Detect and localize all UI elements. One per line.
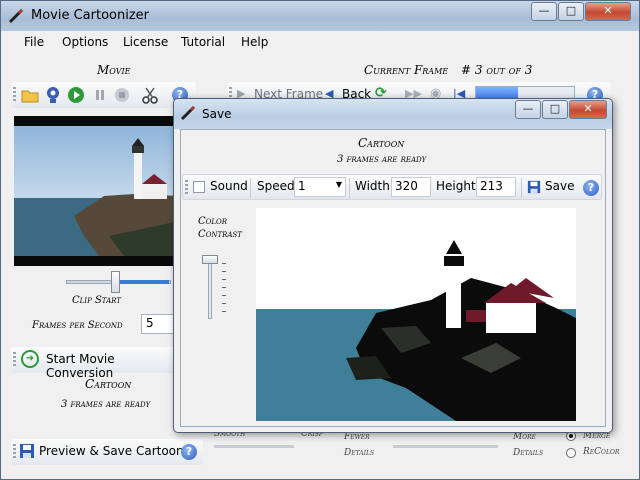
speed-select[interactable]: 1 ▼: [294, 177, 346, 197]
lighthouse-photo: [14, 126, 179, 256]
color-contrast-label: Color Contrast: [198, 216, 242, 240]
slider-ticks: [222, 263, 226, 319]
cartoon-lighthouse-image: [256, 208, 576, 421]
window-title: Movie Cartoonizer: [31, 8, 150, 23]
save-button[interactable]: Save: [545, 179, 574, 193]
movie-toolbar: ?: [11, 82, 196, 108]
smoothness-slider-track[interactable]: [214, 445, 294, 448]
separator: [250, 178, 251, 198]
help-icon[interactable]: ?: [181, 444, 197, 460]
chevron-down-icon[interactable]: ▼: [336, 180, 342, 189]
dialog-titlebar[interactable]: Save — □ ✕: [174, 99, 612, 129]
separator: [349, 178, 350, 198]
sound-checkbox[interactable]: [193, 181, 205, 193]
width-input[interactable]: 320: [391, 177, 431, 197]
width-label: Width: [355, 179, 390, 193]
floppy-disk-icon: [527, 180, 541, 194]
close-button[interactable]: ✕: [585, 2, 631, 21]
open-folder-icon[interactable]: [21, 86, 39, 104]
scissors-icon[interactable]: [141, 86, 159, 104]
cartoon-title: Cartoon: [85, 377, 132, 391]
frame-counter: # 3 out of 3: [461, 63, 533, 77]
save-toolbar: Sound Speed 1 ▼ Width 320 Height 213 Sav…: [182, 174, 602, 200]
start-arrow-icon: ➜: [21, 350, 39, 368]
recolor-radio[interactable]: [566, 448, 576, 458]
height-label: Height: [436, 179, 476, 193]
dialog-cartoon-title: Cartoon: [358, 136, 405, 150]
pause-icon[interactable]: [91, 86, 109, 104]
preview-save-toolbar: Preview & Save Cartoon ?: [11, 439, 203, 465]
sound-label: Sound: [210, 179, 248, 193]
fps-label: Frames per Second: [32, 320, 123, 331]
dialog-minimize-button[interactable]: —: [515, 100, 541, 119]
dialog-maximize-button[interactable]: □: [542, 100, 568, 119]
start-conversion-toolbar: ➜ Start Movie Conversion: [11, 347, 179, 380]
stop-icon[interactable]: [113, 86, 131, 104]
toolbar-grip: [185, 180, 188, 196]
separator: [521, 178, 522, 198]
movie-preview[interactable]: [14, 116, 179, 266]
preview-save-button[interactable]: Preview & Save Cartoon: [39, 444, 184, 458]
toolbar-grip: [13, 352, 16, 368]
dialog-close-button[interactable]: ✕: [569, 100, 607, 119]
clip-start-thumb[interactable]: [111, 271, 120, 293]
maximize-button[interactable]: □: [558, 2, 584, 21]
color-contrast-slider-track[interactable]: [208, 259, 212, 319]
save-dialog: Save — □ ✕ Cartoon 3 frames are ready So…: [173, 98, 613, 433]
app-brush-icon: [8, 8, 24, 24]
clip-start-label: Clip Start: [72, 295, 121, 306]
recolor-label: ReColor: [583, 447, 620, 457]
current-frame-title: Current Frame: [364, 63, 449, 77]
menubar: File Options License Tutorial Help: [1, 31, 639, 55]
toolbar-grip: [13, 444, 16, 460]
app-brush-icon: [180, 105, 196, 121]
dialog-title: Save: [202, 107, 232, 121]
dialog-frames-ready: 3 frames are ready: [337, 154, 427, 165]
color-contrast-slider-thumb[interactable]: [202, 255, 218, 264]
fewer-details-label: Fewer Details: [344, 432, 375, 458]
minimize-button[interactable]: —: [531, 2, 557, 21]
details-slider-track[interactable]: [393, 445, 498, 448]
play-icon[interactable]: [67, 86, 85, 104]
menu-help[interactable]: Help: [241, 35, 268, 49]
menu-license[interactable]: License: [123, 35, 168, 49]
movie-section-title: Movie: [97, 63, 131, 77]
main-titlebar[interactable]: Movie Cartoonizer — □ ✕: [1, 1, 639, 31]
help-icon[interactable]: ?: [583, 180, 599, 196]
clip-slider-selection: [119, 280, 169, 284]
menu-options[interactable]: Options: [62, 35, 108, 49]
start-conversion-button[interactable]: Start Movie Conversion: [46, 352, 179, 380]
speed-value: 1: [298, 179, 306, 193]
height-input[interactable]: 213: [476, 177, 516, 197]
floppy-disk-icon: [20, 444, 34, 458]
menu-file[interactable]: File: [24, 35, 44, 49]
frames-ready-text: 3 frames are ready: [61, 399, 151, 410]
toolbar-grip: [13, 87, 16, 103]
webcam-icon[interactable]: [44, 86, 62, 104]
cartoon-preview: [256, 208, 576, 421]
menu-tutorial[interactable]: Tutorial: [181, 35, 225, 49]
more-details-label: More Details: [513, 432, 544, 458]
speed-label: Speed: [257, 179, 295, 193]
